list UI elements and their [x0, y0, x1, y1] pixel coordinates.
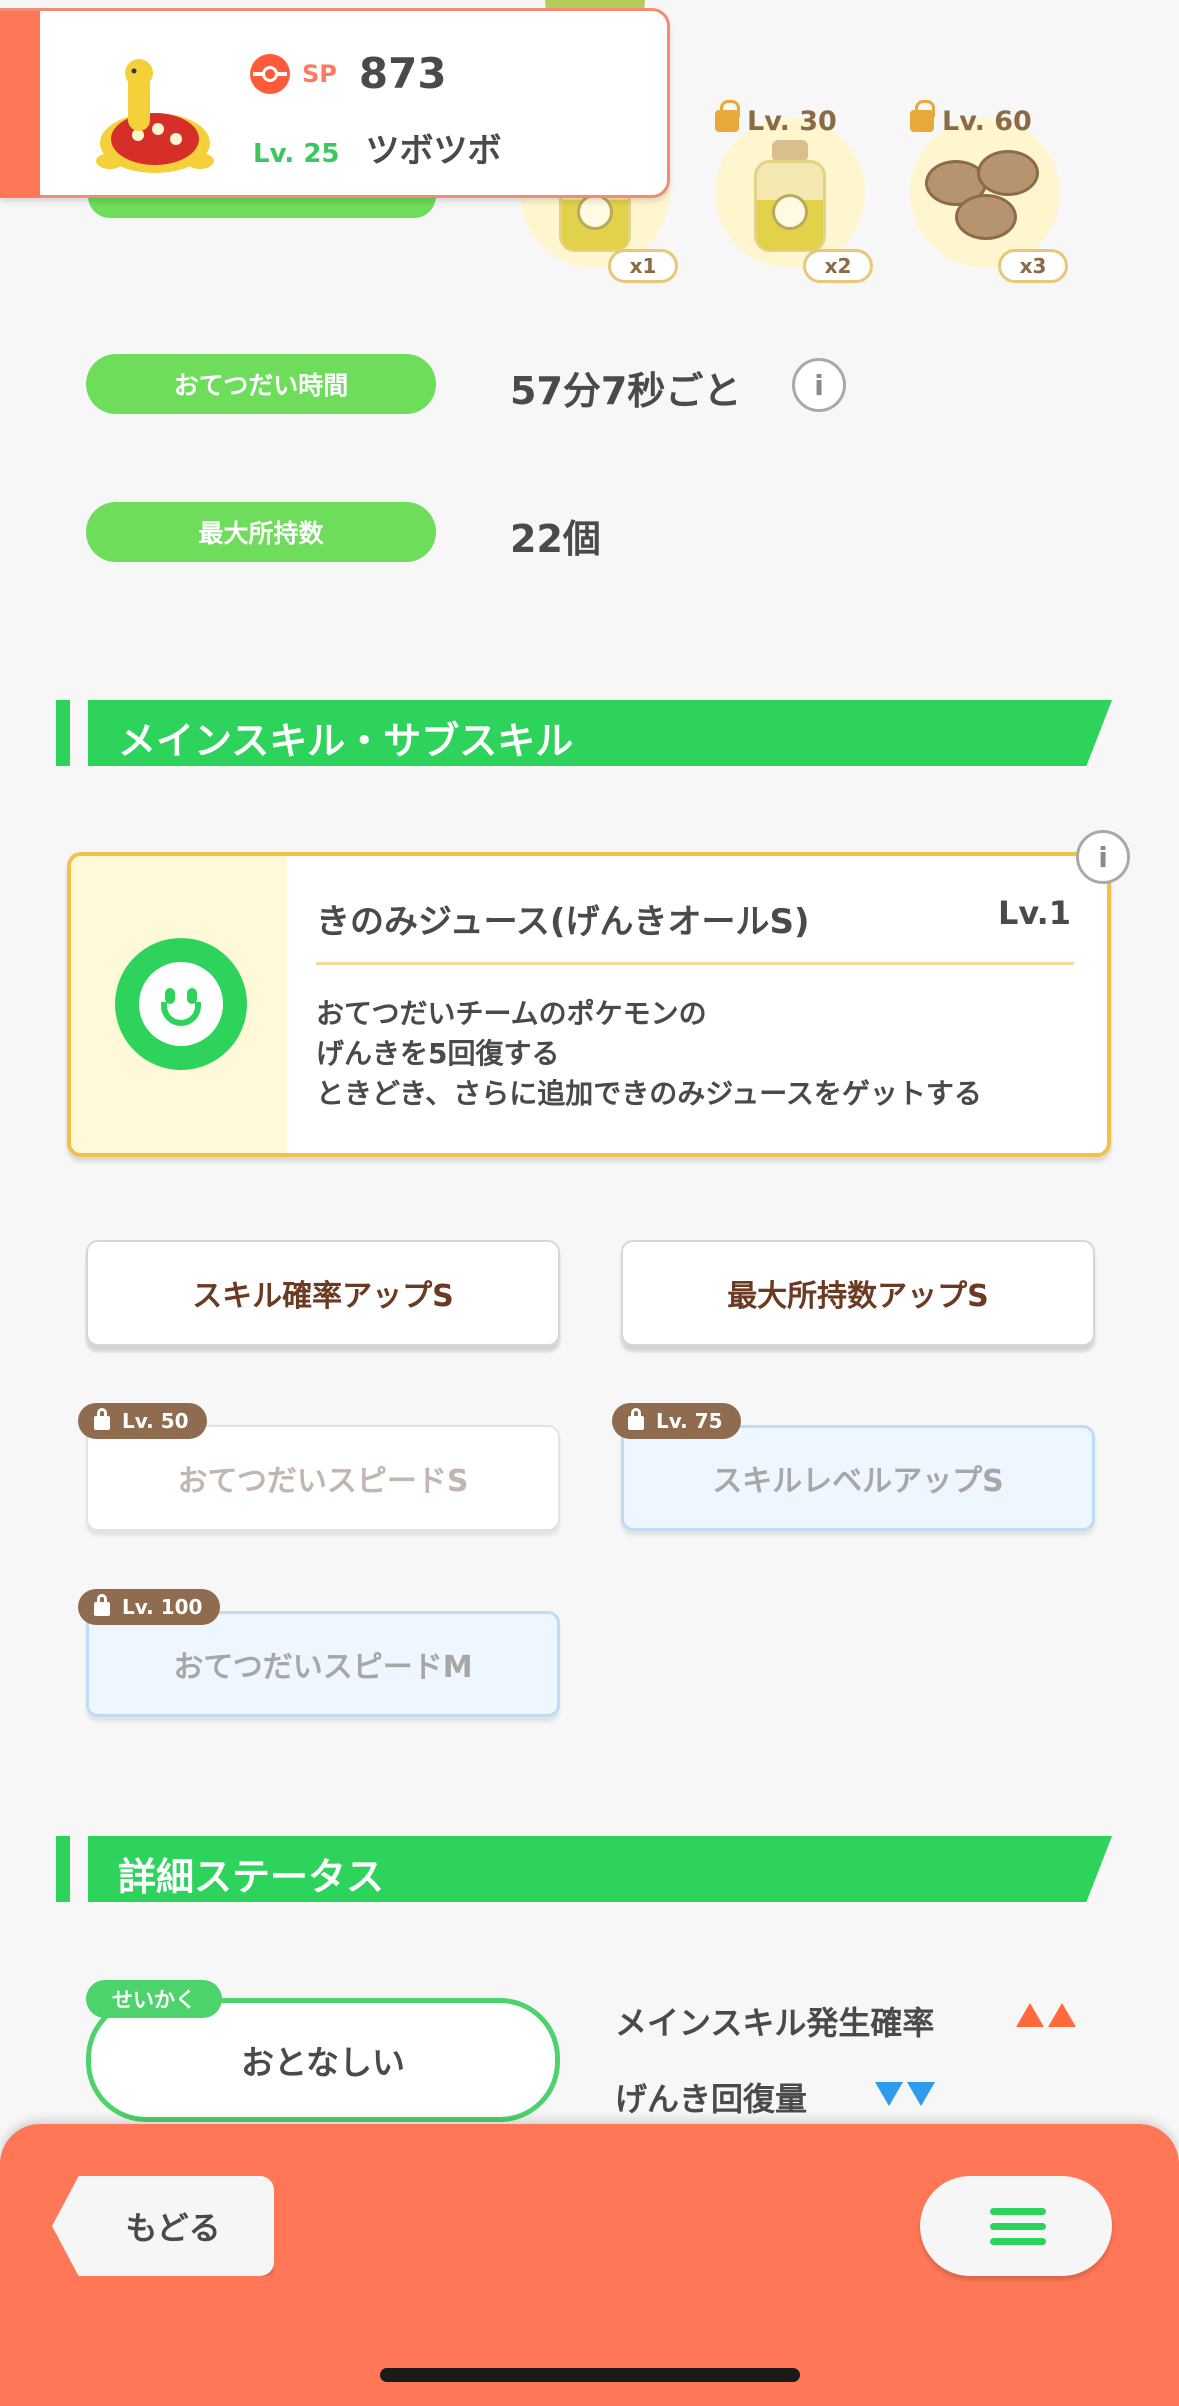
- description-line: ときどき、さらに追加できのみジュースをゲットする: [316, 1077, 982, 1110]
- main-skill-description: おてつだいチームのポケモンの げんきを5回復する ときどき、さらに追加できのみジ…: [316, 994, 982, 1114]
- info-icon[interactable]: i: [792, 358, 846, 412]
- lock-icon: [94, 1408, 110, 1430]
- level-row: Lv. 25 ツボツボ: [253, 123, 502, 172]
- sub-skill-button-locked[interactable]: おてつだいスピードM: [86, 1611, 560, 1717]
- lock-icon: [715, 100, 740, 132]
- sub-skill-button-locked[interactable]: スキルレベルアップS: [621, 1425, 1095, 1531]
- menu-button[interactable]: [920, 2176, 1112, 2276]
- sub-skill-lock-tag: Lv. 100: [78, 1589, 221, 1625]
- oil-bottle-icon: [750, 140, 830, 255]
- detail-section-header: 詳細ステータス: [56, 1836, 1112, 1902]
- ingredient-count: x2: [803, 249, 873, 283]
- down-stat-label: げんき回復量: [615, 2080, 808, 2118]
- ingredient-lock-label: Lv. 30: [715, 100, 837, 137]
- sp-row: SP 873: [250, 49, 447, 98]
- help-time-value: 57分7秒ごと: [510, 369, 742, 413]
- sub-skill-button-locked[interactable]: おてつだいスピードS: [86, 1425, 560, 1531]
- description-line: おてつだいチームのポケモンの: [316, 997, 707, 1030]
- coffee-beans-icon: [915, 150, 1055, 250]
- hamburger-icon: [990, 2208, 1046, 2215]
- page: x1 Lv. 30 x2 Lv. 60 x3 SP 873 Lv. 25 ツボツ…: [0, 0, 1179, 2406]
- section-title: メインスキル・サブスキル: [118, 719, 574, 763]
- skill-info-icon[interactable]: i: [1076, 830, 1130, 884]
- ingredient-slot-2[interactable]: Lv. 30 x2: [695, 100, 885, 285]
- divider: [316, 962, 1074, 965]
- ingredient-slot-3[interactable]: Lv. 60 x3: [890, 100, 1080, 285]
- main-skill-card[interactable]: きのみジュース(げんきオールS) Lv.1 おてつだいチームのポケモンの げんき…: [67, 852, 1111, 1157]
- pokemon-sprite-icon: [96, 59, 214, 173]
- description-line: げんきを5回復する: [316, 1037, 560, 1070]
- sub-skill-lock-tag: Lv. 75: [612, 1403, 741, 1439]
- down-arrows-icon: [875, 2082, 939, 2106]
- main-skill-level: Lv.1: [997, 894, 1071, 932]
- sub-skill-button[interactable]: 最大所持数アップS: [621, 1240, 1095, 1346]
- lock-icon: [910, 100, 935, 132]
- ingredient-count: x3: [998, 249, 1068, 283]
- pokemon-level: Lv. 25: [253, 139, 340, 169]
- sub-skill-lock-tag: Lv. 50: [78, 1403, 207, 1439]
- pokeball-icon: [250, 53, 290, 94]
- pokemon-name: ツボツボ: [365, 131, 502, 171]
- card-accent: [0, 11, 40, 198]
- skills-section-header: メインスキル・サブスキル: [56, 700, 1112, 766]
- max-carry-label: 最大所持数: [86, 502, 436, 562]
- hamburger-icon: [990, 2238, 1046, 2245]
- back-button[interactable]: もどる: [52, 2176, 274, 2276]
- up-stat-label: メインスキル発生確率: [615, 2004, 935, 2042]
- home-indicator[interactable]: [380, 2368, 800, 2382]
- header-bar: [56, 700, 70, 766]
- lock-icon: [94, 1594, 110, 1616]
- ingredient-count: x1: [608, 249, 678, 283]
- sub-skill-button[interactable]: スキル確率アップS: [86, 1240, 560, 1346]
- lock-icon: [628, 1408, 644, 1430]
- up-arrows-icon: [1016, 2003, 1080, 2027]
- max-carry-value: 22個: [510, 517, 601, 561]
- skill-icon-panel: [71, 856, 287, 1153]
- ingredient-lock-label: Lv. 60: [910, 100, 1032, 137]
- sp-label: SP: [302, 59, 337, 88]
- section-title: 詳細ステータス: [118, 1855, 385, 1899]
- sp-value: 873: [358, 49, 447, 98]
- help-time-label: おてつだい時間: [86, 354, 436, 414]
- hamburger-icon: [990, 2223, 1046, 2230]
- main-skill-name: きのみジュース(げんきオールS): [316, 902, 810, 942]
- pokemon-summary-card[interactable]: SP 873 Lv. 25 ツボツボ: [0, 8, 670, 198]
- header-bar: [56, 1836, 70, 1902]
- smile-icon: [115, 938, 247, 1070]
- nature-tag: せいかく: [86, 1980, 222, 2018]
